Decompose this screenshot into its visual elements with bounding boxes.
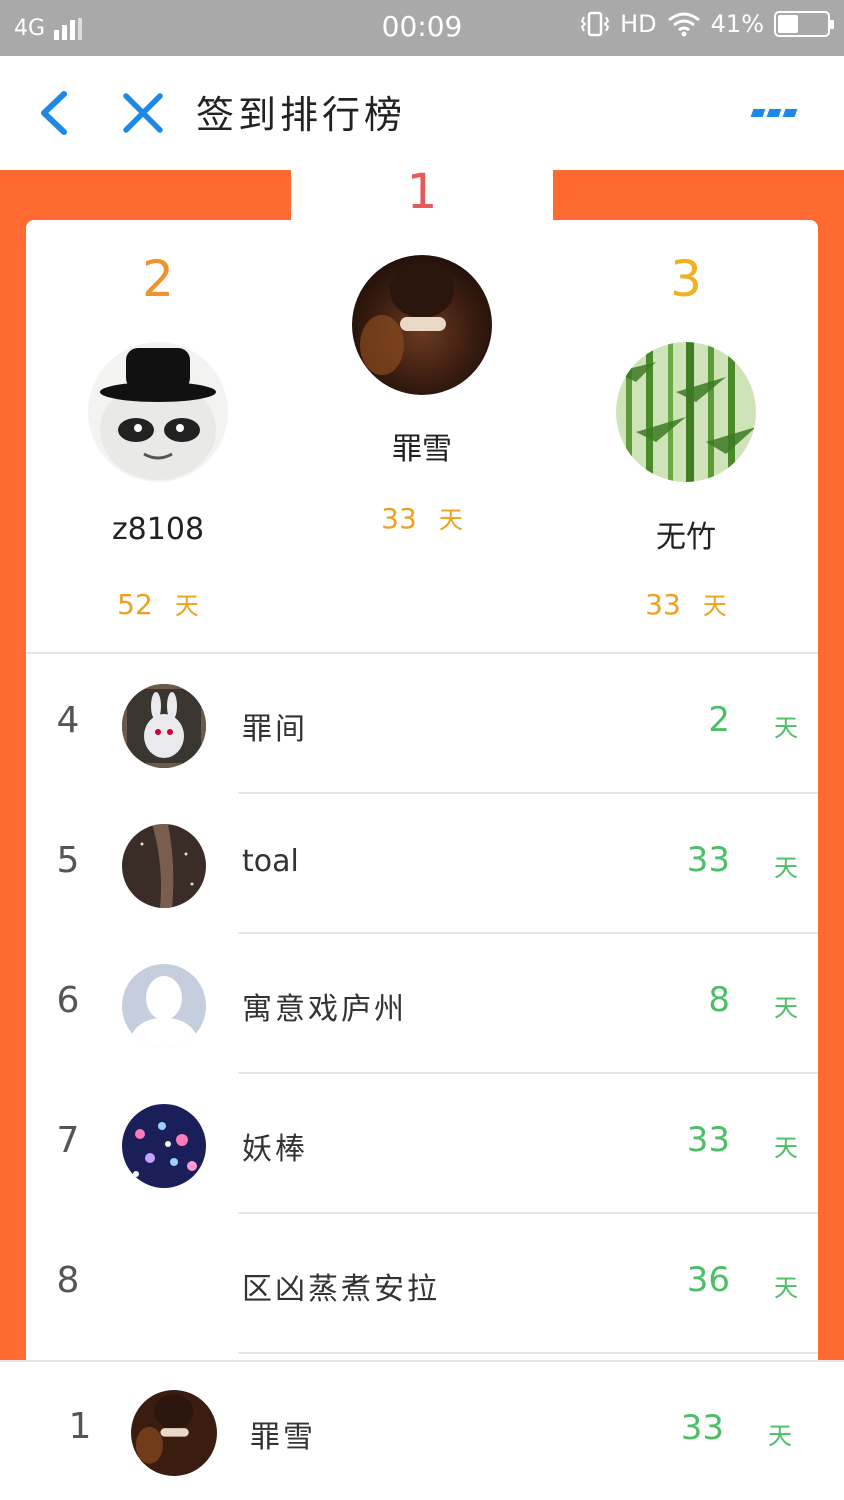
days-unit: 天 (438, 506, 463, 534)
second-place-days: 52 天 (78, 586, 238, 621)
second-place-days-value: 52 (117, 588, 153, 621)
hd-label: HD (620, 10, 657, 38)
list-item[interactable]: 7 妖棒 33 天 (26, 1074, 818, 1214)
nav-bar: 签到排行榜 (0, 56, 844, 170)
list-item-days: 33 (686, 840, 730, 880)
page-title: 签到排行榜 (196, 93, 407, 137)
list-item-rank: 6 (56, 980, 80, 1021)
third-place-avatar[interactable] (616, 342, 756, 482)
third-place-days-value: 33 (645, 588, 681, 621)
status-bar: 4G 00:09 HD 41% (0, 0, 844, 56)
vibrate-icon (580, 11, 610, 37)
list-item-name: 妖棒 (242, 1132, 308, 1167)
list-item[interactable]: 4 罪间 2 天 (26, 654, 818, 794)
row-divider (238, 1352, 818, 1354)
first-place-name: 罪雪 (392, 432, 452, 467)
chevron-left-icon[interactable] (30, 86, 80, 140)
battery-icon (774, 11, 834, 37)
first-place-days-value: 33 (381, 502, 417, 535)
third-place-name: 无竹 (656, 520, 716, 555)
list-item-rank: 7 (56, 1120, 80, 1161)
list-item-rank: 5 (56, 840, 80, 881)
default-avatar-icon[interactable] (122, 964, 206, 1048)
list-item-name: 区凶蒸煮安拉 (242, 1272, 440, 1307)
avatar[interactable] (122, 1104, 206, 1188)
second-place-avatar[interactable] (88, 342, 228, 482)
list-item-rank: 4 (56, 700, 80, 741)
my-days: 33 (680, 1408, 724, 1448)
days-unit: 天 (774, 1134, 798, 1162)
list-item-days: 33 (686, 1120, 730, 1160)
days-unit: 天 (702, 592, 727, 620)
days-unit: 天 (774, 994, 798, 1022)
list-item[interactable]: 5 toal 33 天 (26, 794, 818, 934)
days-unit: 天 (774, 854, 798, 882)
battery-level (778, 15, 798, 33)
list-item-rank: 8 (56, 1260, 80, 1301)
list-item[interactable]: 8 区凶蒸煮安拉 36 天 (26, 1214, 818, 1354)
days-unit: 天 (768, 1422, 792, 1450)
wifi-icon (667, 12, 700, 37)
days-unit: 天 (774, 714, 798, 742)
list-item[interactable]: 6 寓意戏庐州 8 天 (26, 934, 818, 1074)
my-rank: 1 (68, 1406, 92, 1447)
list-item-name: 寓意戏庐州 (242, 992, 407, 1027)
second-place-name: z8108 (111, 512, 205, 547)
avatar[interactable] (122, 824, 206, 908)
days-unit: 天 (774, 1274, 798, 1302)
more-icon[interactable] (750, 102, 806, 122)
list-item-days: 8 (708, 980, 730, 1020)
first-place-days: 33 天 (342, 500, 502, 535)
first-place-rank: 1 (406, 164, 438, 220)
days-unit: 天 (174, 592, 199, 620)
my-name: 罪雪 (250, 1420, 316, 1455)
close-icon[interactable] (116, 86, 170, 140)
my-rank-bar[interactable]: 1 罪雪 33 天 (0, 1360, 844, 1500)
list-item-days: 2 (708, 700, 730, 740)
avatar[interactable] (122, 684, 206, 768)
list-item-name: 罪间 (242, 712, 308, 747)
third-place-days: 33 天 (606, 586, 766, 621)
third-place-rank: 3 (670, 250, 702, 308)
first-place-avatar[interactable] (352, 255, 492, 395)
list-item-days: 36 (686, 1260, 730, 1300)
battery-percent: 41% (710, 10, 764, 38)
second-place-rank: 2 (142, 250, 174, 308)
status-right: HD 41% (580, 10, 834, 38)
list-item-name: toal (242, 844, 299, 879)
my-avatar[interactable] (131, 1390, 217, 1476)
